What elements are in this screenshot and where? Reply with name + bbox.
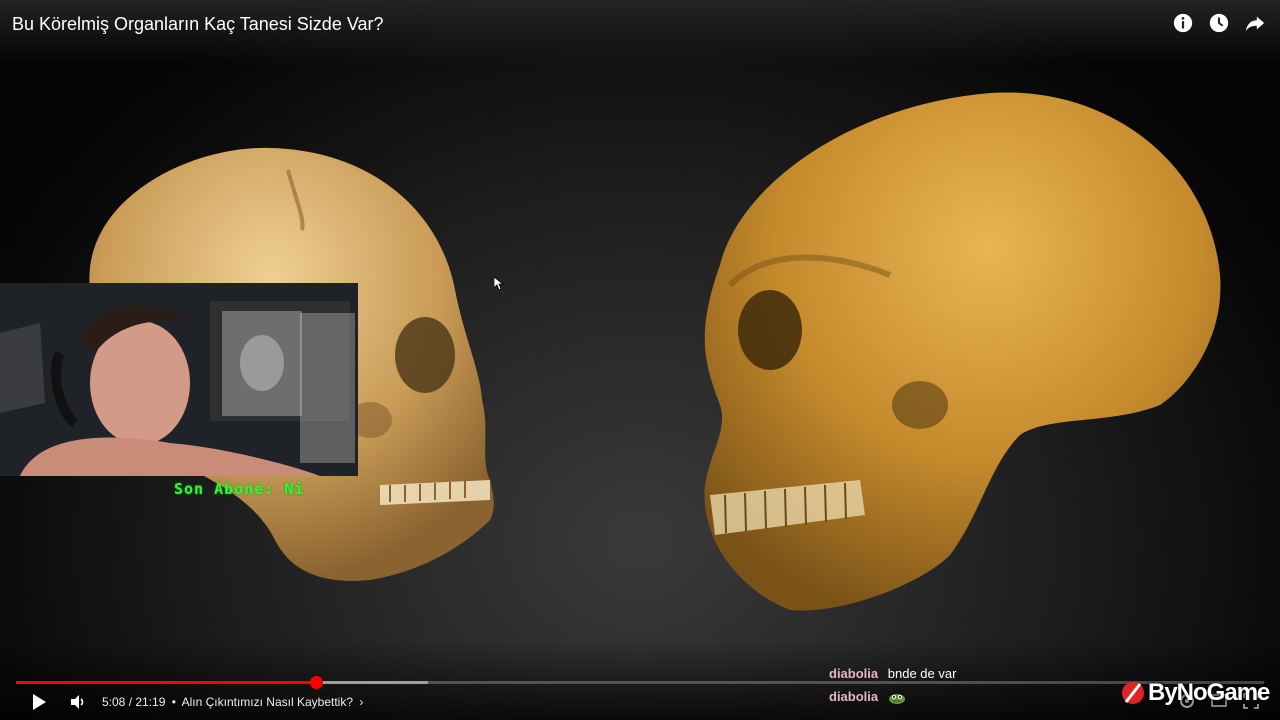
bynogame-logo: ByNoGame xyxy=(1120,678,1270,708)
video-player[interactable]: Son Abone: Ni Bu Körelmiş Organların Kaç… xyxy=(0,0,1280,720)
frog-emote-icon xyxy=(888,693,905,704)
chapter-separator: • xyxy=(171,695,176,709)
chapter-title[interactable]: Alın Çıkıntımızı Nasıl Kaybettik? xyxy=(182,695,353,709)
watch-later-icon[interactable] xyxy=(1208,12,1230,34)
share-icon[interactable] xyxy=(1244,12,1266,34)
mouse-cursor-icon xyxy=(494,277,504,291)
progress-scrubber[interactable] xyxy=(309,676,323,689)
play-icon[interactable] xyxy=(28,692,48,712)
chapter-chevron-icon[interactable]: › xyxy=(359,695,363,709)
logo-text: ByNoGame xyxy=(1148,679,1270,706)
chat-username: diabolia xyxy=(829,666,879,681)
chat-text: bnde de var xyxy=(887,666,957,681)
time-display: 5:08 / 21:19 xyxy=(102,695,166,709)
volume-icon[interactable] xyxy=(68,692,88,712)
chat-message: diabolia xyxy=(829,689,956,712)
top-actions xyxy=(1172,12,1266,34)
progress-bar[interactable] xyxy=(16,676,1264,689)
streamer-webcam xyxy=(0,283,358,476)
chat-username: diabolia xyxy=(829,689,879,704)
neanderthal-skull-image xyxy=(704,92,1221,611)
info-icon[interactable] xyxy=(1172,12,1194,34)
last-subscriber-overlay: Son Abone: Ni xyxy=(174,480,305,498)
video-title[interactable]: Bu Körelmiş Organların Kaç Tanesi Sizde … xyxy=(12,14,384,35)
chat-overlay: diabolia bnde de var diabolia xyxy=(829,666,956,712)
progress-played xyxy=(16,681,316,684)
chat-message: diabolia bnde de var xyxy=(829,666,956,689)
time-and-chapter: 5:08 / 21:19 • Alın Çıkıntımızı Nasıl Ka… xyxy=(102,695,363,709)
bynogame-logo-icon xyxy=(1122,682,1144,704)
